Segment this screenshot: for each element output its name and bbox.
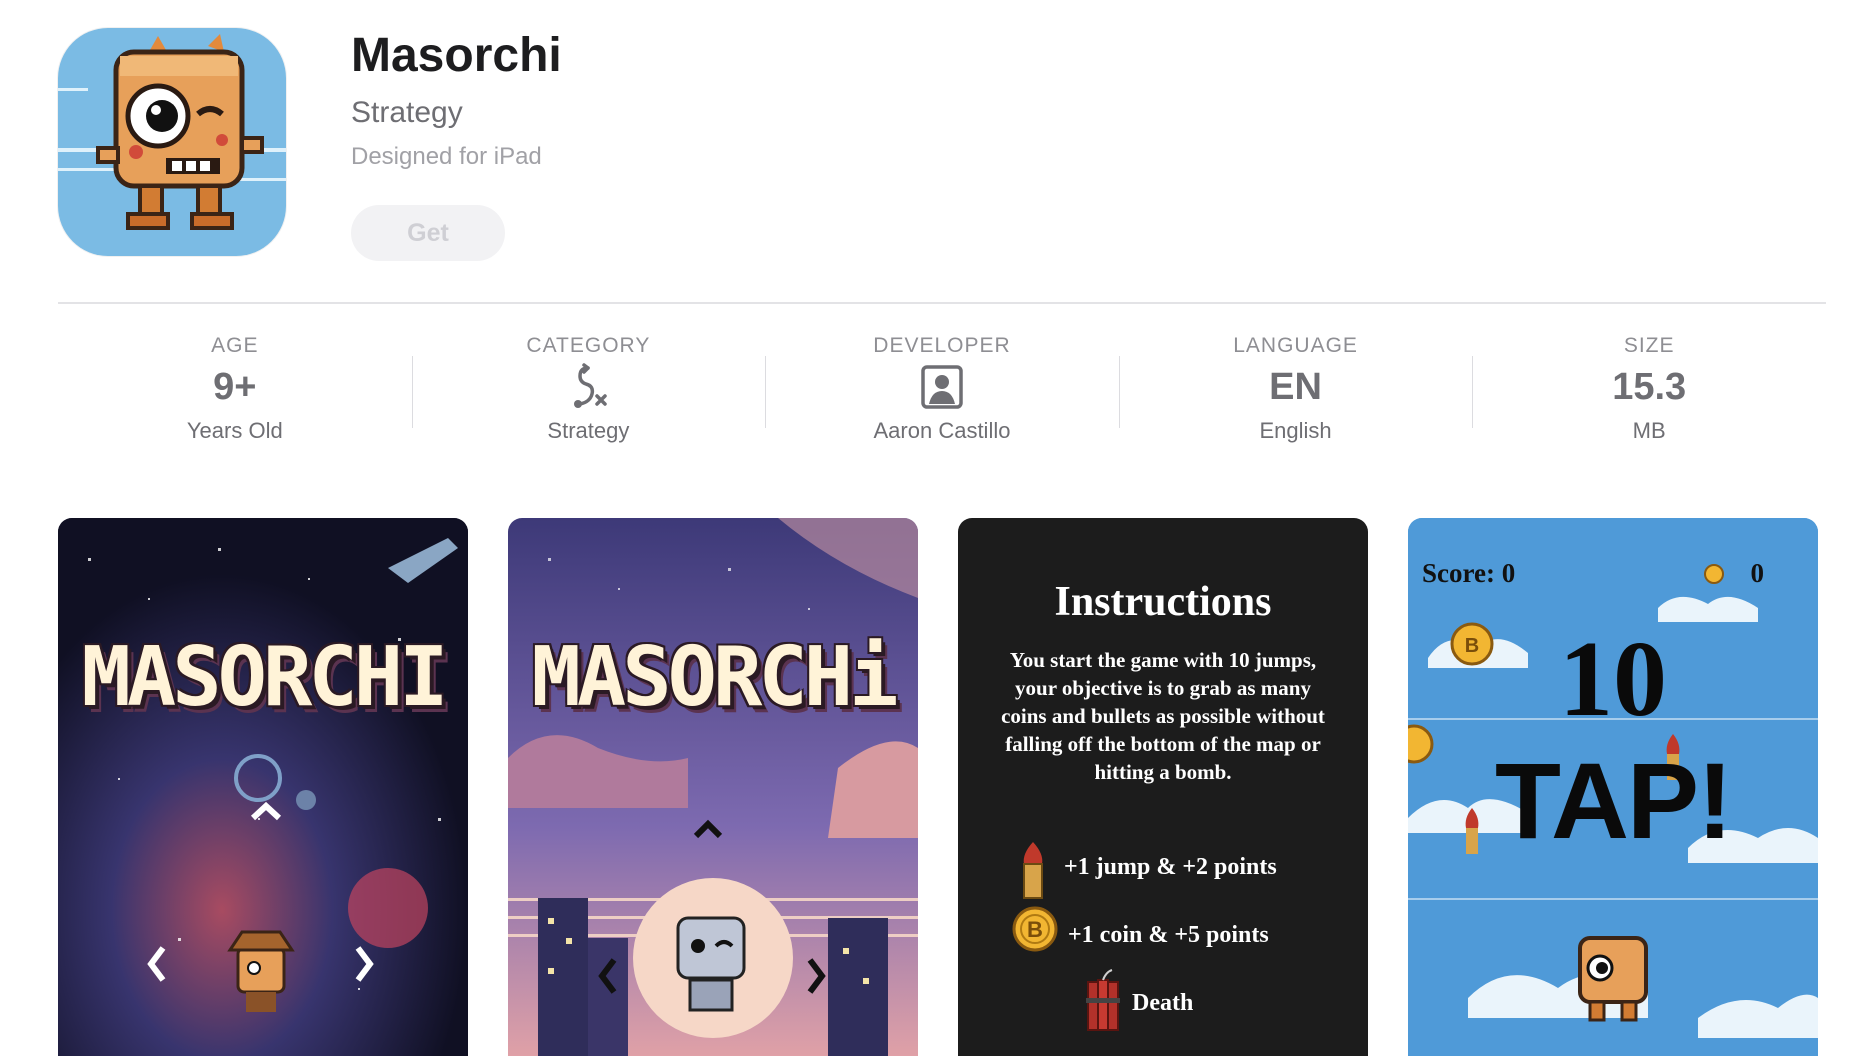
screenshot-3[interactable]: Instructions You start the game with 10 … xyxy=(958,518,1368,1056)
app-store-page: Masorchi Strategy Designed for iPad Get … xyxy=(0,0,1852,1056)
info-strip: AGE 9+ Years Old CATEGORY Strategy DEVEL… xyxy=(58,330,1826,460)
bomb-dynamite-icon xyxy=(1086,969,1120,1031)
info-size-label: SIZE xyxy=(1623,334,1675,357)
jump-count: 10 xyxy=(1559,620,1667,739)
space-scene-image xyxy=(58,518,468,1056)
tap-prompt: TAP! xyxy=(1495,740,1733,861)
info-size-value: 15.3 xyxy=(1612,365,1687,408)
info-developer-label: DEVELOPER xyxy=(873,334,1011,357)
info-size: SIZE 15.3 MB xyxy=(1472,330,1826,460)
svg-text:B: B xyxy=(1027,917,1043,942)
city-scene-image xyxy=(508,518,918,1056)
app-icon xyxy=(58,28,286,256)
info-language-label: LANGUAGE xyxy=(1233,334,1358,357)
developer-person-icon xyxy=(920,358,964,416)
app-genre: Strategy xyxy=(351,96,463,129)
coin-count: 0 xyxy=(1750,558,1765,588)
info-language: LANGUAGE EN English xyxy=(1118,330,1473,460)
bitcoin-coin-icon: B xyxy=(1012,906,1058,952)
info-category-sub: Strategy xyxy=(547,418,630,443)
rule-coin: +1 coin & +5 points xyxy=(1068,922,1269,948)
info-developer-sub: Aaron Castillo xyxy=(873,418,1011,443)
info-category[interactable]: CATEGORY Strategy xyxy=(411,330,766,460)
info-age: AGE 9+ Years Old xyxy=(58,330,412,460)
game-logo: MASORCHI xyxy=(81,630,449,725)
rule-bullet: +1 jump & +2 points xyxy=(1064,854,1277,880)
instructions-title: Instructions xyxy=(1054,579,1272,625)
screenshot-1[interactable]: MASORCHI xyxy=(58,518,468,1056)
info-developer[interactable]: DEVELOPER Aaron Castillo xyxy=(765,330,1119,460)
info-age-label: AGE xyxy=(211,334,259,357)
rule-bomb: Death xyxy=(1132,990,1194,1016)
game-logo-2: MASORCHi xyxy=(531,630,899,725)
info-age-value: 9+ xyxy=(213,365,257,408)
info-category-label: CATEGORY xyxy=(526,334,651,357)
info-age-sub: Years Old xyxy=(186,418,283,443)
info-size-sub: MB xyxy=(1632,418,1666,443)
app-title: Masorchi xyxy=(351,29,562,82)
app-icon-image xyxy=(58,28,286,256)
info-language-value: EN xyxy=(1269,365,1322,408)
bullet-icon xyxy=(1023,842,1043,899)
score-label: Score: 0 xyxy=(1422,558,1516,588)
platform-label: Designed for iPad xyxy=(351,143,542,170)
screenshot-2[interactable]: MASORCHi xyxy=(508,518,918,1056)
strategy-icon xyxy=(566,358,610,416)
header-divider xyxy=(58,302,1826,304)
info-language-sub: English xyxy=(1259,418,1332,443)
instructions-body: You start the game with 10 jumps, your o… xyxy=(1001,648,1325,784)
screenshot-4[interactable]: B Score: 0 0 10 TAP! xyxy=(1408,518,1818,1056)
get-button[interactable]: Get xyxy=(351,205,505,261)
